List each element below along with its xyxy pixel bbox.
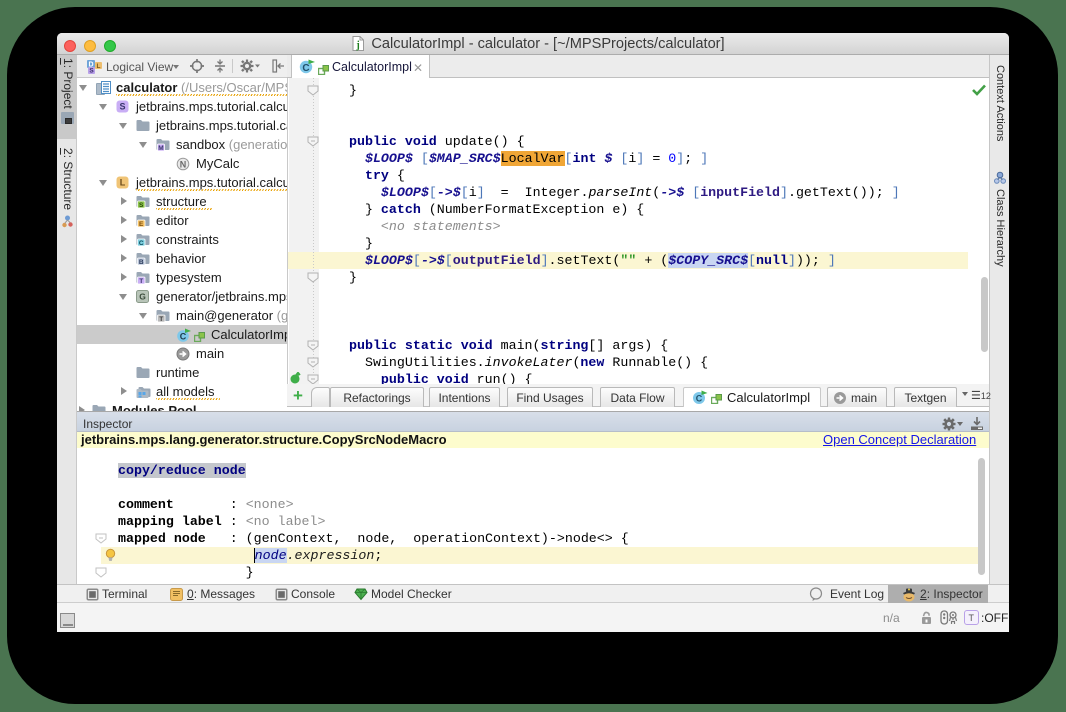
- svg-text:E: E: [139, 221, 144, 227]
- svg-text:C: C: [696, 394, 703, 404]
- svg-text:L: L: [97, 63, 101, 70]
- svg-text:C: C: [180, 332, 187, 342]
- svg-text:B: B: [139, 259, 144, 265]
- svg-text:L: L: [120, 178, 126, 188]
- svg-text:G: G: [139, 292, 146, 302]
- svg-text:C: C: [139, 240, 144, 246]
- svg-text:M: M: [158, 145, 163, 151]
- svg-text:S: S: [119, 102, 125, 112]
- svg-text:T: T: [159, 316, 163, 322]
- svg-text:j: j: [356, 40, 360, 51]
- svg-text:T: T: [139, 278, 143, 284]
- svg-text:S: S: [139, 202, 144, 208]
- svg-text:N: N: [180, 160, 187, 170]
- svg-text:C: C: [302, 63, 309, 74]
- svg-text:S: S: [89, 68, 94, 75]
